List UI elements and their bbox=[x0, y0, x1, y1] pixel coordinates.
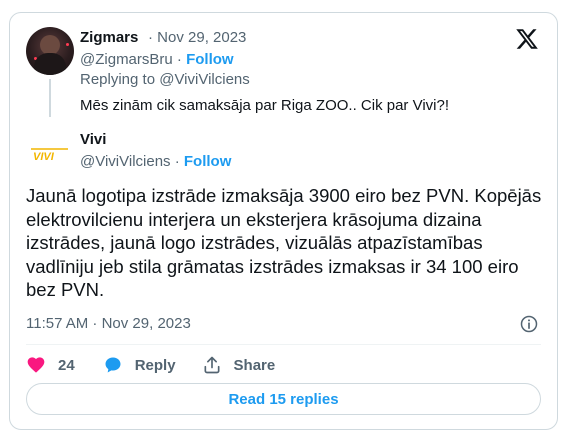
follow-zigmars-button[interactable]: Follow bbox=[186, 51, 234, 68]
vivi-logo-icon: VIVI bbox=[31, 148, 68, 162]
parent-date[interactable]: · Nov 29, 2023 bbox=[148, 29, 246, 46]
main-tweet-text: Jaunā logotipa izstrāde izmaksāja 3900 e… bbox=[26, 185, 542, 300]
main-handle-row: @ViviVilciens · Follow bbox=[80, 153, 231, 170]
share-label: Share bbox=[233, 356, 276, 374]
main-separator: · bbox=[170, 153, 184, 170]
parent-display-name[interactable]: Zigmars bbox=[80, 29, 138, 46]
reply-label: Reply bbox=[134, 356, 176, 374]
reply-button[interactable]: Reply bbox=[103, 355, 176, 375]
like-count: 24 bbox=[58, 356, 75, 374]
main-display-name[interactable]: Vivi bbox=[80, 131, 106, 148]
info-icon[interactable] bbox=[519, 314, 539, 334]
zigmars-avatar[interactable] bbox=[26, 27, 74, 75]
vivi-logo-text: VIVI bbox=[33, 151, 55, 162]
parent-handle[interactable]: @ZigmarsBru bbox=[80, 51, 173, 68]
parent-tweet-text: Mēs zinām cik samaksāja par Riga ZOO.. C… bbox=[80, 97, 450, 114]
x-logo-icon[interactable] bbox=[515, 27, 539, 51]
main-handle[interactable]: @ViviVilciens bbox=[80, 153, 171, 170]
thread-connector-line bbox=[49, 79, 51, 117]
share-icon bbox=[204, 356, 220, 374]
follow-vivi-button[interactable]: Follow bbox=[184, 153, 232, 170]
read-replies-button[interactable]: Read 15 replies bbox=[26, 383, 541, 415]
tweet-timestamp[interactable]: 11:57 AM · Nov 29, 2023 bbox=[26, 315, 191, 332]
heart-icon bbox=[27, 357, 45, 373]
like-button[interactable]: 24 bbox=[26, 355, 75, 375]
vivi-avatar[interactable]: VIVI bbox=[26, 130, 74, 178]
action-bar: 24 Reply Share bbox=[26, 353, 275, 377]
replying-to[interactable]: Replying to @ViviVilciens bbox=[80, 71, 250, 88]
share-button[interactable]: Share bbox=[202, 355, 276, 375]
parent-handle-row: @ZigmarsBru · Follow bbox=[80, 51, 234, 68]
parent-separator: · bbox=[172, 51, 187, 68]
divider bbox=[26, 344, 541, 345]
reply-bubble-icon bbox=[105, 357, 121, 373]
tweet-embed-card: Zigmars · Nov 29, 2023 @ZigmarsBru · Fol… bbox=[9, 12, 558, 430]
